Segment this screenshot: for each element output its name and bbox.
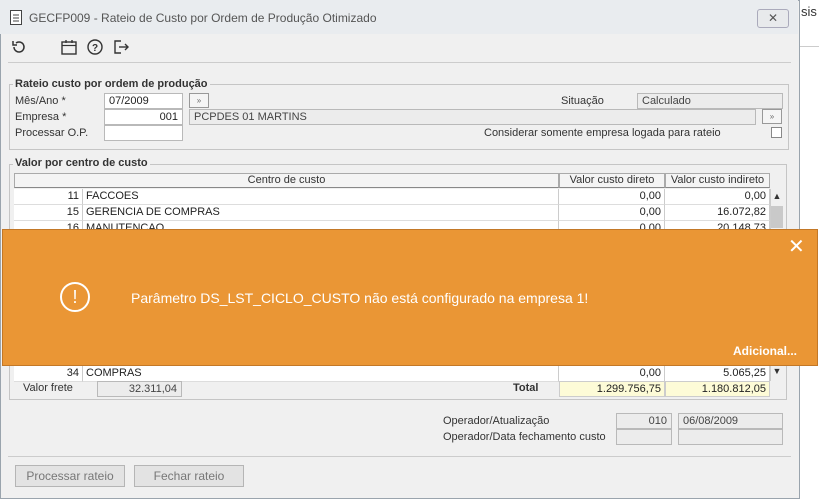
total-label: Total [513, 382, 539, 394]
header-centro-custo[interactable]: Centro de custo [14, 173, 559, 188]
row-code: 11 [14, 189, 83, 205]
considerar-label: Considerar somente empresa logada para r… [484, 127, 721, 139]
situacao-label: Situação [561, 95, 604, 107]
row-code: 34 [14, 366, 83, 382]
table-row[interactable]: 15 GERENCIA DE COMPRAS 0,00 16.072,82 [14, 205, 770, 221]
row-name: COMPRAS [83, 366, 559, 382]
header-valor-indireto[interactable]: Valor custo indireto [665, 173, 770, 188]
operador-date-field: 06/08/2009 23:05:03 [678, 413, 783, 440]
background-divider [800, 46, 819, 47]
table-row[interactable]: 11 FACCOES 0,00 0,00 [14, 189, 770, 205]
mes-ano-input[interactable]: 07/2009 [104, 93, 183, 109]
exit-icon[interactable] [112, 38, 130, 56]
valor-group-title: Valor por centro de custo [13, 157, 150, 169]
alert-icon: ! [60, 282, 90, 312]
empresa-label: Empresa * [15, 111, 67, 123]
processar-rateio-button[interactable]: Processar rateio [15, 465, 125, 487]
empresa-lookup-button[interactable]: » [762, 109, 782, 124]
fechamento-date-field [678, 429, 783, 445]
toast-close-button[interactable]: ✕ [788, 237, 805, 257]
mes-ano-label: Mês/Ano * [15, 95, 66, 107]
operador-label: Operador/Atualização [443, 415, 550, 427]
scroll-down-icon[interactable]: ▼ [771, 366, 783, 378]
operador-field: 010 [616, 413, 672, 429]
processar-op-input[interactable] [104, 125, 183, 141]
valor-frete-label: Valor frete [23, 382, 73, 394]
empresa-name-field: PCPDES 01 MARTINS [189, 109, 756, 125]
row-name: GERENCIA DE COMPRAS [83, 205, 559, 221]
processar-op-label: Processar O.P. [15, 127, 89, 139]
background-app-text: sis [801, 4, 817, 19]
row-indireto: 5.065,25 [665, 366, 770, 382]
header-valor-direto[interactable]: Valor custo direto [559, 173, 665, 188]
considerar-checkbox[interactable] [771, 127, 782, 138]
row-direto: 0,00 [559, 205, 665, 221]
row-indireto: 0,00 [665, 189, 770, 205]
fechamento-label: Operador/Data fechamento custo [443, 431, 606, 443]
window-close-button[interactable]: ✕ [757, 9, 789, 28]
scroll-thumb[interactable] [771, 206, 783, 228]
toolbar-divider [8, 62, 791, 63]
fechamento-field [616, 429, 672, 445]
valor-frete-field: 32.311,04 [97, 381, 182, 397]
help-icon[interactable]: ? [86, 38, 104, 56]
mes-ano-lookup-button[interactable]: » [189, 93, 209, 108]
footer-divider [8, 456, 791, 457]
toast-more-link[interactable]: Adicional... [733, 344, 797, 358]
total-direto: 1.299.756,75 [559, 381, 665, 397]
table-row[interactable]: 34 COMPRAS 0,00 5.065,25 [14, 366, 770, 382]
row-name: FACCOES [83, 189, 559, 205]
row-code: 15 [14, 205, 83, 221]
svg-text:?: ? [92, 43, 98, 54]
row-indireto: 16.072,82 [665, 205, 770, 221]
window-title: GECFP009 - Rateio de Custo por Ordem de … [29, 11, 377, 25]
fechar-rateio-button[interactable]: Fechar rateio [134, 465, 244, 487]
rateio-group-title: Rateio custo por ordem de produção [13, 78, 210, 90]
scroll-up-icon[interactable]: ▲ [771, 191, 783, 203]
document-icon [10, 10, 22, 25]
calendar-icon[interactable] [60, 38, 78, 56]
toast-message: Parâmetro DS_LST_CICLO_CUSTO não está co… [131, 290, 589, 306]
empresa-code-input[interactable]: 001 [104, 109, 183, 125]
row-direto: 0,00 [559, 366, 665, 382]
refresh-icon[interactable] [10, 38, 28, 56]
row-direto: 0,00 [559, 189, 665, 205]
situacao-field: Calculado [637, 93, 783, 109]
total-indireto: 1.180.812,05 [665, 381, 770, 397]
